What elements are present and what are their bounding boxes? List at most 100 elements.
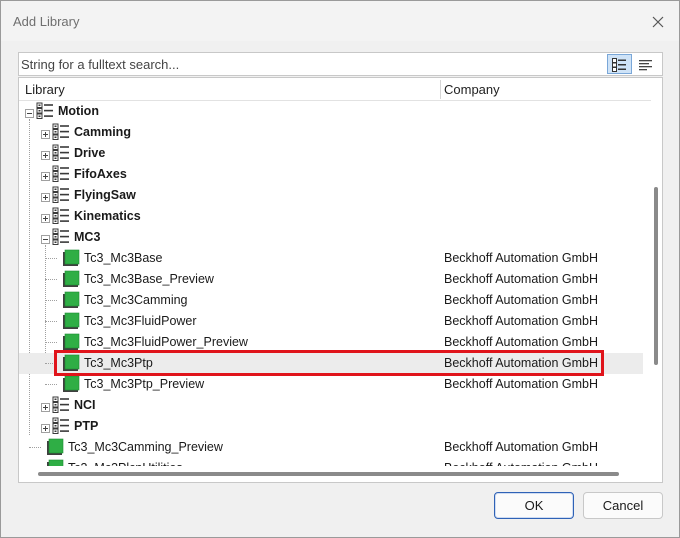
tree-category-row[interactable]: FlyingSaw	[19, 185, 643, 206]
tree-library-row[interactable]: Tc3_Mc3FluidPower_Preview Beckhoff Automa…	[19, 332, 643, 353]
tree-category-row[interactable]: Kinematics	[19, 206, 643, 227]
library-tree: Library Company Motion Camming Drive FifoAx…	[18, 77, 663, 483]
collapse-icon[interactable]	[25, 107, 34, 118]
fulltext-search-input[interactable]	[21, 55, 601, 73]
column-separator[interactable]	[440, 80, 441, 99]
company-column-header[interactable]: Company	[444, 78, 500, 101]
tree-row-label: Tc3_Mc3FluidPower	[84, 314, 197, 328]
window-title: Add Library	[13, 14, 80, 29]
tree-connector-line	[45, 321, 57, 322]
tree-row-label: PTP	[74, 419, 99, 433]
tree-row-company: Beckhoff Automation GmbH	[444, 293, 599, 307]
library-category-icon	[36, 102, 55, 120]
tree-row-label: MC3	[74, 230, 101, 244]
tree-row-company: Beckhoff Automation GmbH	[444, 356, 599, 370]
tree-row-label: Tc3_Mc3Ptp	[84, 356, 153, 370]
tree-rows: Motion Camming Drive FifoAxes FlyingSaw Kinem…	[19, 101, 651, 466]
title-bar: Add Library	[1, 1, 679, 41]
library-category-icon	[52, 144, 71, 162]
library-category-icon	[52, 207, 71, 225]
tree-category-row[interactable]: NCI	[19, 395, 643, 416]
list-view-button[interactable]	[633, 54, 658, 74]
tree-row-company: Beckhoff Automation GmbH	[444, 335, 599, 349]
tree-category-row[interactable]: Drive	[19, 143, 643, 164]
tree-library-row[interactable]: Tc3_Mc3FluidPower Beckhoff Automation Gmb…	[19, 311, 643, 332]
library-category-icon	[52, 165, 71, 183]
expand-icon[interactable]	[41, 422, 50, 433]
tree-row-label: Tc3_Mc3Base	[84, 251, 163, 265]
tree-connector-line	[45, 279, 57, 280]
collapse-icon[interactable]	[41, 233, 50, 244]
tree-library-row[interactable]: Tc3_Mc3Ptp Beckhoff Automation GmbH	[19, 353, 643, 374]
expand-icon[interactable]	[41, 191, 50, 202]
tree-row-company: Beckhoff Automation GmbH	[444, 377, 599, 391]
library-icon	[61, 291, 80, 309]
tree-category-row[interactable]: Camming	[19, 122, 643, 143]
tree-row-company: Beckhoff Automation GmbH	[444, 440, 599, 454]
tree-connector-line	[29, 447, 41, 448]
tree-row-label: Motion	[58, 104, 99, 118]
tree-row-company: Beckhoff Automation GmbH	[444, 251, 599, 265]
list-view-icon	[639, 60, 652, 71]
library-category-icon	[52, 396, 71, 414]
tree-category-row[interactable]: FifoAxes	[19, 164, 643, 185]
tree-row-label: Tc3_Mc3FluidPower_Preview	[84, 335, 248, 349]
tree-row-label: Tc3_Mc3Camming	[84, 293, 188, 307]
category-view-button[interactable]	[607, 54, 632, 74]
tree-row-label: FifoAxes	[74, 167, 127, 181]
tree-connector-line	[45, 342, 57, 343]
tree-header: Library Company	[19, 78, 651, 101]
library-icon	[61, 270, 80, 288]
tree-library-row[interactable]: Tc3_Mc3PlcnUtilitiesBeckhoff Automation …	[19, 458, 643, 466]
library-category-icon	[52, 123, 71, 141]
library-icon	[45, 438, 64, 456]
library-category-icon	[52, 228, 71, 246]
library-icon	[45, 459, 64, 466]
category-view-icon	[612, 58, 626, 72]
tree-row-label: Camming	[74, 125, 131, 139]
tree-library-row[interactable]: Tc3_Mc3Camming_Preview Beckhoff Automatio…	[19, 437, 643, 458]
tree-library-row[interactable]: Tc3_Mc3Camming Beckhoff Automation GmbH	[19, 290, 643, 311]
tree-row-company: Beckhoff Automation GmbH	[444, 314, 599, 328]
tree-row-label: Tc3_Mc3Camming_Preview	[68, 440, 223, 454]
library-icon	[61, 249, 80, 267]
tree-row-label: Kinematics	[74, 209, 141, 223]
vertical-scrollbar[interactable]	[651, 78, 662, 466]
tree-category-row[interactable]: MC3	[19, 227, 643, 248]
ok-button[interactable]: OK	[494, 492, 574, 519]
close-button[interactable]	[641, 9, 675, 35]
tree-connector-line	[45, 363, 57, 364]
tree-row-label: Tc3_Mc3Base_Preview	[84, 272, 214, 286]
vertical-scroll-thumb[interactable]	[654, 187, 658, 365]
expand-icon[interactable]	[41, 212, 50, 223]
library-category-icon	[52, 417, 71, 435]
tree-category-row[interactable]: PTP	[19, 416, 643, 437]
tree-connector-line	[45, 300, 57, 301]
expand-icon[interactable]	[41, 170, 50, 181]
horizontal-scrollbar[interactable]	[19, 466, 651, 482]
tree-row-label: Drive	[74, 146, 106, 160]
scrollbar-corner	[651, 466, 662, 482]
tree-row-label: Tc3_Mc3Ptp_Preview	[84, 377, 205, 391]
library-category-icon	[52, 186, 71, 204]
expand-icon[interactable]	[41, 401, 50, 412]
tree-library-row[interactable]: Tc3_Mc3Base_Preview Beckhoff Automation G…	[19, 269, 643, 290]
tree-row-label: NCI	[74, 398, 96, 412]
horizontal-scroll-thumb[interactable]	[38, 472, 619, 476]
tree-row-company: Beckhoff Automation GmbH	[444, 272, 599, 286]
tree-library-row[interactable]: Tc3_Mc3Base Beckhoff Automation GmbH	[19, 248, 643, 269]
tree-connector-line	[45, 258, 57, 259]
cancel-button[interactable]: Cancel	[583, 492, 663, 519]
tree-row-label: FlyingSaw	[74, 188, 136, 202]
expand-icon[interactable]	[41, 149, 50, 160]
library-icon	[61, 333, 80, 351]
expand-icon[interactable]	[41, 128, 50, 139]
tree-library-row[interactable]: Tc3_Mc3Ptp_Preview Beckhoff Automation Gm…	[19, 374, 643, 395]
close-icon	[652, 16, 664, 28]
library-icon	[61, 375, 80, 393]
add-library-dialog: Add Library String for a fulltext search…	[0, 0, 680, 538]
library-column-header[interactable]: Library	[25, 78, 65, 101]
tree-category-row[interactable]: Motion	[19, 101, 643, 122]
library-icon	[61, 312, 80, 330]
tree-connector-line	[45, 384, 57, 385]
